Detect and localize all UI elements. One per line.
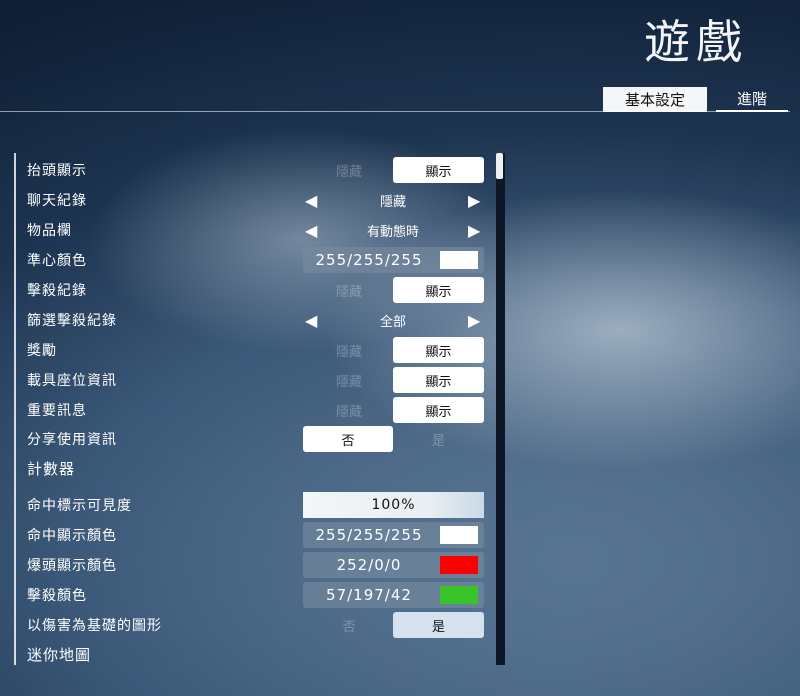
- arrow-right-icon[interactable]: ▶: [468, 221, 480, 240]
- setting-label: 準心顏色: [27, 253, 87, 269]
- arrow-right-icon[interactable]: ▶: [468, 311, 480, 330]
- option-no[interactable]: 否: [307, 616, 391, 635]
- option-yes-button[interactable]: 是: [393, 612, 484, 638]
- color-swatch[interactable]: [440, 556, 478, 574]
- selector-value: 有動態時: [366, 224, 419, 240]
- setting-row-hud: 抬頭顯示 隱藏 顯示: [27, 156, 487, 184]
- section-minimap: 迷你地圖: [27, 640, 487, 668]
- setting-label: 爆頭顯示顏色: [27, 558, 117, 574]
- scrollbar-track[interactable]: [496, 153, 505, 665]
- setting-row-killfeed: 擊殺紀錄 隱藏 顯示: [27, 276, 487, 304]
- tab-advanced[interactable]: 進階: [716, 87, 788, 112]
- option-no-button[interactable]: 否: [303, 426, 393, 452]
- setting-label: 命中顯示顏色: [27, 528, 117, 544]
- option-hide[interactable]: 隱藏: [307, 401, 391, 420]
- option-hide[interactable]: 隱藏: [307, 161, 391, 180]
- color-value: 57/197/42: [326, 586, 412, 604]
- option-show-button[interactable]: 顯示: [393, 397, 484, 423]
- setting-row-important-messages: 重要訊息 隱藏 顯示: [27, 396, 487, 424]
- section-counter: 計數器: [27, 454, 487, 482]
- color-swatch[interactable]: [440, 526, 478, 544]
- color-value: 252/0/0: [336, 556, 402, 574]
- color-swatch[interactable]: [440, 586, 478, 604]
- option-hide[interactable]: 隱藏: [307, 341, 391, 360]
- setting-row-chat: 聊天紀錄 ◀ 隱藏 ▶: [27, 186, 487, 214]
- setting-label: 以傷害為基礎的圖形: [27, 618, 162, 634]
- setting-label: 抬頭顯示: [27, 163, 87, 179]
- option-show-button[interactable]: 顯示: [393, 157, 484, 183]
- setting-row-killfeed-filter: 篩選擊殺紀錄 ◀ 全部 ▶: [27, 306, 487, 334]
- tab-basic-settings[interactable]: 基本設定: [603, 87, 707, 112]
- arrow-left-icon[interactable]: ◀: [305, 191, 317, 210]
- option-hide[interactable]: 隱藏: [307, 371, 391, 390]
- option-show-button[interactable]: 顯示: [393, 337, 484, 363]
- section-label: 迷你地圖: [27, 645, 92, 664]
- setting-row-rewards: 獎勵 隱藏 顯示: [27, 336, 487, 364]
- scrollbar-thumb[interactable]: [496, 153, 503, 179]
- arrow-left-icon[interactable]: ◀: [305, 311, 317, 330]
- setting-row-vehicle-seat: 載具座位資訊 隱藏 顯示: [27, 366, 487, 394]
- header-divider: [0, 111, 790, 112]
- selector-value: 全部: [379, 314, 406, 330]
- setting-row-inventory: 物品欄 ◀ 有動態時 ▶: [27, 216, 487, 244]
- setting-row-hit-marker-visibility: 命中標示可見度 100%: [27, 491, 487, 519]
- setting-label: 篩選擊殺紀錄: [27, 313, 117, 329]
- setting-row-hit-color: 命中顯示顏色 255/255/255: [27, 521, 487, 549]
- option-show-button[interactable]: 顯示: [393, 277, 484, 303]
- setting-row-kill-color: 擊殺顏色 57/197/42: [27, 581, 487, 609]
- setting-label: 擊殺顏色: [27, 588, 87, 604]
- color-value: 255/255/255: [315, 251, 423, 269]
- option-yes[interactable]: 是: [393, 430, 484, 449]
- setting-label: 擊殺紀錄: [27, 283, 87, 299]
- selector-value: 隱藏: [379, 194, 406, 210]
- option-show-button[interactable]: 顯示: [393, 367, 484, 393]
- setting-label: 獎勵: [27, 343, 57, 359]
- setting-label: 物品欄: [27, 223, 72, 239]
- setting-label: 載具座位資訊: [27, 373, 117, 389]
- setting-label: 分享使用資訊: [27, 432, 117, 448]
- setting-label: 命中標示可見度: [27, 498, 132, 514]
- visibility-slider[interactable]: 100%: [303, 492, 484, 518]
- arrow-right-icon[interactable]: ▶: [468, 191, 480, 210]
- setting-row-damage-shape: 以傷害為基礎的圖形 否 是: [27, 611, 487, 639]
- page-title: 遊戲: [644, 15, 748, 69]
- setting-row-crosshair-color: 準心顏色 255/255/255: [27, 246, 487, 274]
- option-hide[interactable]: 隱藏: [307, 281, 391, 300]
- arrow-left-icon[interactable]: ◀: [305, 221, 317, 240]
- color-swatch[interactable]: [440, 251, 478, 269]
- setting-row-share-usage: 分享使用資訊 否 是: [27, 425, 487, 453]
- setting-label: 聊天紀錄: [27, 193, 87, 209]
- section-label: 計數器: [27, 459, 76, 478]
- setting-row-headshot-color: 爆頭顯示顏色 252/0/0: [27, 551, 487, 579]
- setting-label: 重要訊息: [27, 403, 87, 419]
- color-value: 255/255/255: [315, 526, 423, 544]
